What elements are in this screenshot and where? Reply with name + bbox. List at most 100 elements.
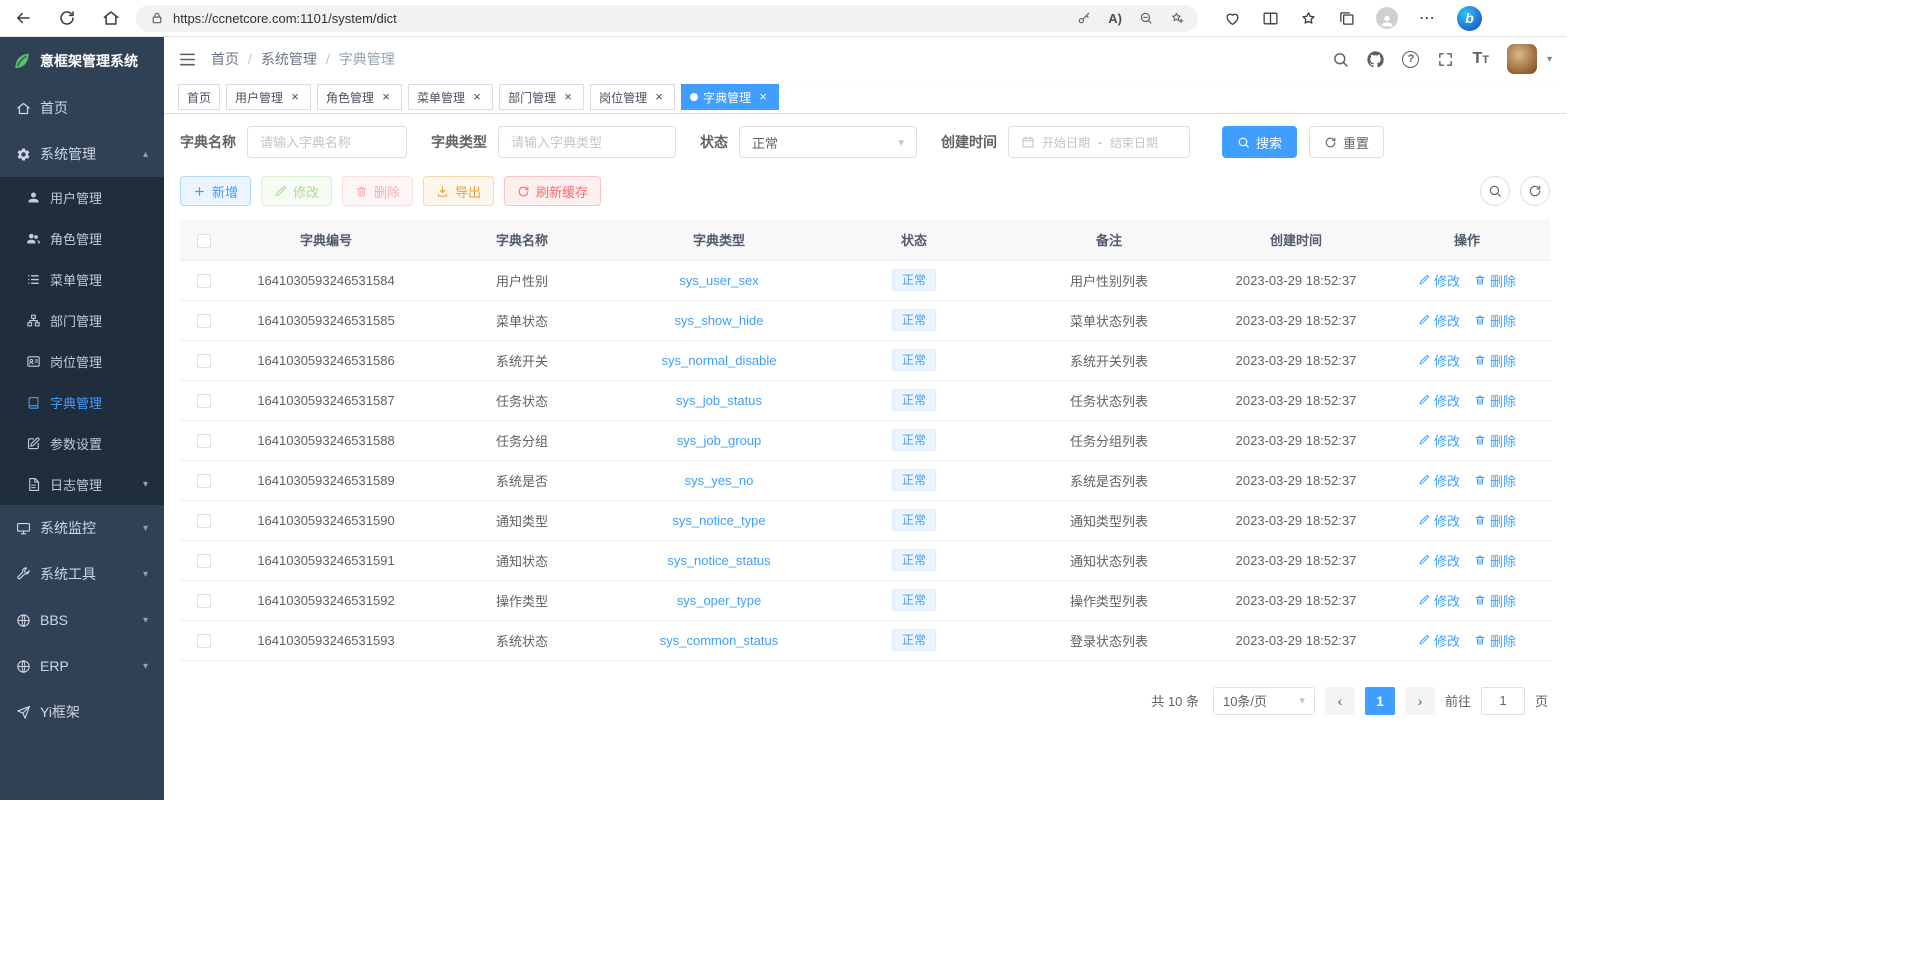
tab-home[interactable]: 首页 bbox=[178, 84, 220, 110]
row-checkbox[interactable] bbox=[197, 474, 211, 488]
next-page-button[interactable]: › bbox=[1405, 687, 1435, 715]
row-delete-button[interactable]: 删除 bbox=[1474, 391, 1516, 410]
row-delete-button[interactable]: 删除 bbox=[1474, 471, 1516, 490]
sidebar-item-erp[interactable]: ERP▾ bbox=[0, 643, 164, 689]
sidebar-item-post-management[interactable]: 岗位管理 bbox=[0, 341, 164, 382]
browser-home-button[interactable] bbox=[102, 9, 120, 27]
password-key-icon[interactable] bbox=[1077, 11, 1091, 25]
close-icon[interactable]: × bbox=[470, 90, 484, 104]
avatar-caret-icon[interactable]: ▾ bbox=[1547, 54, 1552, 65]
row-edit-button[interactable]: 修改 bbox=[1418, 591, 1460, 610]
close-icon[interactable]: × bbox=[652, 90, 666, 104]
select-all-checkbox[interactable] bbox=[197, 234, 211, 248]
close-icon[interactable]: × bbox=[288, 90, 302, 104]
sidebar-item-system-management[interactable]: 系统管理▴ bbox=[0, 131, 164, 177]
dict-name-input[interactable] bbox=[247, 126, 407, 158]
sidebar-item-role-management[interactable]: 角色管理 bbox=[0, 218, 164, 259]
date-range-picker[interactable]: 开始日期 - 结束日期 bbox=[1008, 126, 1190, 158]
row-edit-button[interactable]: 修改 bbox=[1418, 351, 1460, 370]
sidebar-item-home[interactable]: 首页 bbox=[0, 85, 164, 131]
row-delete-button[interactable]: 删除 bbox=[1474, 511, 1516, 530]
font-size-icon[interactable]: TT bbox=[1472, 50, 1489, 68]
row-edit-button[interactable]: 修改 bbox=[1418, 311, 1460, 330]
row-delete-button[interactable]: 删除 bbox=[1474, 551, 1516, 570]
row-checkbox[interactable] bbox=[197, 554, 211, 568]
refresh-button[interactable] bbox=[58, 9, 76, 27]
row-edit-button[interactable]: 修改 bbox=[1418, 631, 1460, 650]
sidebar-item-bbs[interactable]: BBS▾ bbox=[0, 597, 164, 643]
row-checkbox[interactable] bbox=[197, 594, 211, 608]
tab-dict-management[interactable]: 字典管理× bbox=[681, 84, 779, 110]
bing-icon[interactable]: b bbox=[1457, 6, 1482, 31]
sidebar-item-dict-management[interactable]: 字典管理 bbox=[0, 382, 164, 423]
sidebar-item-param-settings[interactable]: 参数设置 bbox=[0, 423, 164, 464]
add-favorite-icon[interactable] bbox=[1170, 11, 1184, 25]
address-bar[interactable]: https://ccnetcore.com:1101/system/dict A… bbox=[136, 5, 1198, 32]
split-screen-icon[interactable] bbox=[1262, 10, 1279, 27]
sidebar-item-menu-management[interactable]: 菜单管理 bbox=[0, 259, 164, 300]
row-edit-button[interactable]: 修改 bbox=[1418, 431, 1460, 450]
row-delete-button[interactable]: 删除 bbox=[1474, 631, 1516, 650]
breadcrumb-item[interactable]: 系统管理 bbox=[261, 49, 317, 69]
row-delete-button[interactable]: 删除 bbox=[1474, 431, 1516, 450]
row-delete-button[interactable]: 删除 bbox=[1474, 351, 1516, 370]
dict-type-input[interactable] bbox=[498, 126, 676, 158]
add-button[interactable]: 新增 bbox=[180, 176, 251, 206]
row-edit-button[interactable]: 修改 bbox=[1418, 551, 1460, 570]
status-select[interactable]: 正常 ▾ bbox=[739, 126, 917, 158]
tab-menu-management[interactable]: 菜单管理× bbox=[408, 84, 493, 110]
dict-type-link[interactable]: sys_yes_no bbox=[685, 473, 754, 488]
browser-profile-avatar[interactable] bbox=[1376, 7, 1398, 29]
dict-type-link[interactable]: sys_normal_disable bbox=[662, 353, 777, 368]
row-checkbox[interactable] bbox=[197, 634, 211, 648]
toggle-search-button[interactable] bbox=[1480, 176, 1510, 206]
help-icon[interactable]: ? bbox=[1402, 51, 1419, 68]
close-icon[interactable]: × bbox=[379, 90, 393, 104]
close-icon[interactable]: × bbox=[561, 90, 575, 104]
edit-button[interactable]: 修改 bbox=[261, 176, 332, 206]
export-button[interactable]: 导出 bbox=[423, 176, 494, 206]
row-checkbox[interactable] bbox=[197, 394, 211, 408]
page-size-select[interactable]: 10条/页 ▾ bbox=[1213, 687, 1315, 715]
collections-icon[interactable] bbox=[1338, 10, 1355, 27]
read-aloud-icon[interactable]: A) bbox=[1108, 11, 1122, 26]
dict-type-link[interactable]: sys_show_hide bbox=[675, 313, 764, 328]
close-icon[interactable]: × bbox=[756, 90, 770, 104]
sidebar-item-user-management[interactable]: 用户管理 bbox=[0, 177, 164, 218]
row-edit-button[interactable]: 修改 bbox=[1418, 391, 1460, 410]
row-checkbox[interactable] bbox=[197, 354, 211, 368]
dict-type-link[interactable]: sys_oper_type bbox=[677, 593, 762, 608]
current-page-button[interactable]: 1 bbox=[1365, 687, 1395, 715]
row-edit-button[interactable]: 修改 bbox=[1418, 471, 1460, 490]
sidebar-item-system-monitor[interactable]: 系统监控▾ bbox=[0, 505, 164, 551]
github-icon[interactable] bbox=[1367, 51, 1384, 68]
url-text[interactable]: https://ccnetcore.com:1101/system/dict bbox=[173, 11, 1068, 26]
search-button[interactable]: 搜索 bbox=[1222, 126, 1297, 158]
refresh-cache-button[interactable]: 刷新缓存 bbox=[504, 176, 601, 206]
browser-essentials-icon[interactable] bbox=[1224, 10, 1241, 27]
row-edit-button[interactable]: 修改 bbox=[1418, 271, 1460, 290]
refresh-table-button[interactable] bbox=[1520, 176, 1550, 206]
zoom-out-icon[interactable] bbox=[1139, 11, 1153, 25]
user-avatar[interactable] bbox=[1507, 44, 1537, 74]
back-button[interactable] bbox=[14, 9, 32, 27]
dict-type-link[interactable]: sys_user_sex bbox=[679, 273, 758, 288]
tab-post-management[interactable]: 岗位管理× bbox=[590, 84, 675, 110]
row-delete-button[interactable]: 删除 bbox=[1474, 591, 1516, 610]
row-checkbox[interactable] bbox=[197, 274, 211, 288]
reset-button[interactable]: 重置 bbox=[1309, 126, 1384, 158]
sidebar-item-dept-management[interactable]: 部门管理 bbox=[0, 300, 164, 341]
row-checkbox[interactable] bbox=[197, 434, 211, 448]
delete-button[interactable]: 删除 bbox=[342, 176, 413, 206]
dict-type-link[interactable]: sys_notice_status bbox=[667, 553, 770, 568]
prev-page-button[interactable]: ‹ bbox=[1325, 687, 1355, 715]
row-delete-button[interactable]: 删除 bbox=[1474, 311, 1516, 330]
browser-menu-icon[interactable]: ⋯ bbox=[1419, 8, 1436, 28]
dict-type-link[interactable]: sys_common_status bbox=[660, 633, 779, 648]
row-edit-button[interactable]: 修改 bbox=[1418, 511, 1460, 530]
fullscreen-icon[interactable] bbox=[1437, 51, 1454, 68]
hamburger-menu-icon[interactable] bbox=[178, 50, 197, 69]
breadcrumb-item[interactable]: 首页 bbox=[211, 49, 239, 69]
row-checkbox[interactable] bbox=[197, 514, 211, 528]
goto-page-input[interactable] bbox=[1481, 687, 1525, 715]
